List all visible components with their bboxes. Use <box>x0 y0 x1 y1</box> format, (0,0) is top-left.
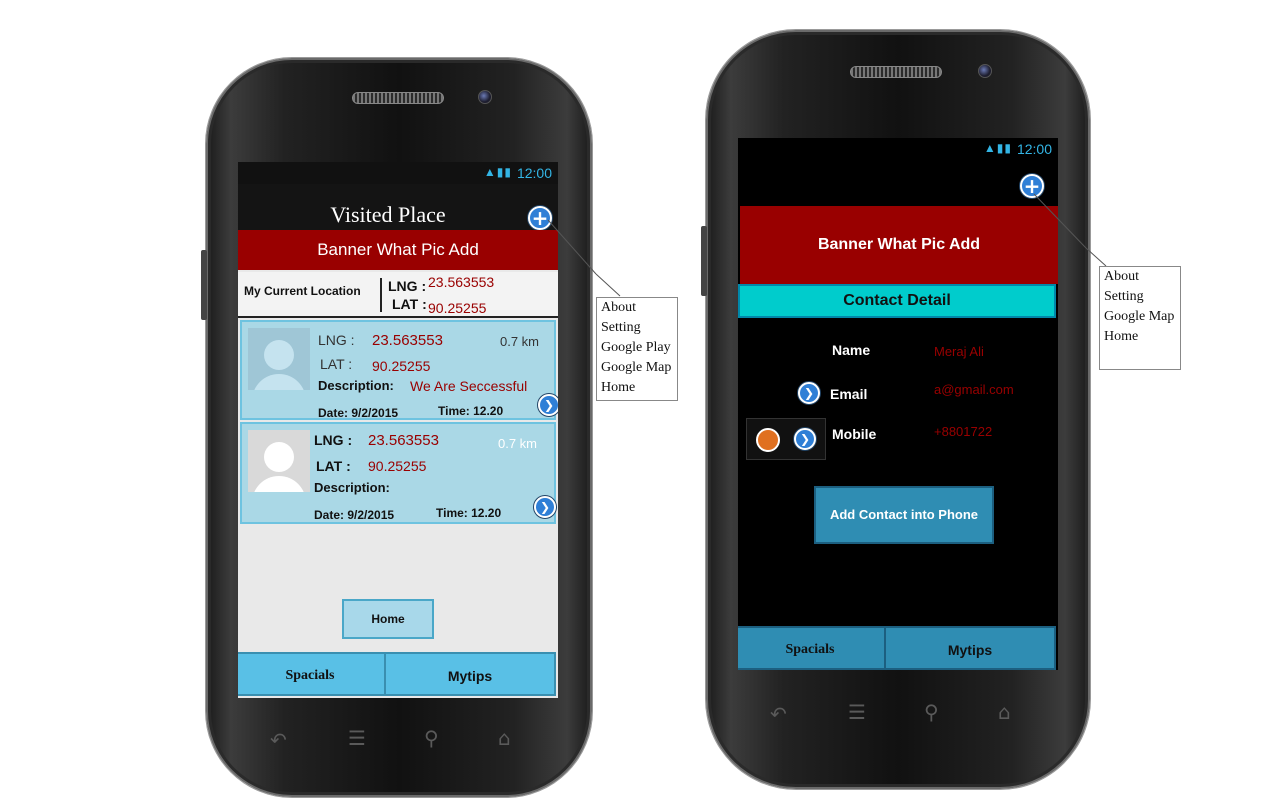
bottom-tab-bar: Spacials Mytips <box>738 626 1058 670</box>
lng-label: LNG : <box>314 432 353 448</box>
email-value: a@gmail.com <box>934 382 1014 397</box>
right-speaker <box>850 66 942 78</box>
left-volume-button <box>201 250 207 320</box>
lng-value: 23.563553 <box>428 274 495 290</box>
arrow-right-icon[interactable]: ❯ <box>534 496 556 518</box>
time: Time: 12.20 <box>438 404 504 418</box>
date: Date: 9/2/2015 <box>314 508 395 522</box>
back-icon[interactable]: ↶ <box>270 728 287 752</box>
title-bar: Visited Place <box>238 184 558 232</box>
search-icon[interactable]: ⚲ <box>424 726 439 750</box>
lat-value: 90.25255 <box>428 300 487 316</box>
time: Time: 12.20 <box>436 506 502 520</box>
menu-item-home[interactable]: Home <box>597 378 677 398</box>
mobile-label: Mobile <box>832 426 877 442</box>
page-title: Visited Place <box>330 202 446 227</box>
bottom-tab-bar: Spacials Mytips <box>238 652 558 698</box>
left-speaker <box>352 92 444 104</box>
lng-value: 23.563553 <box>368 432 439 449</box>
left-screen: ▲▮▮ 12:00 Visited Place + Banner What Pi… <box>238 162 558 698</box>
wifi-icon: ▲▮▮ <box>483 165 512 179</box>
place-avatar <box>248 328 310 390</box>
distance: 0.7 km <box>500 334 540 349</box>
overflow-menu: About Setting Google Play Google Map Hom… <box>596 297 678 401</box>
right-volume-button <box>701 226 707 296</box>
wifi-icon: ▲▮▮ <box>983 141 1012 155</box>
status-bar: ▲▮▮ 12:00 <box>238 162 558 184</box>
menu-item-google-map[interactable]: Google Map <box>1100 307 1180 327</box>
current-location-label: My Current Location <box>244 284 361 298</box>
menu-item-google-map[interactable]: Google Map <box>597 358 677 378</box>
lat-label: LAT : <box>392 296 427 312</box>
name-value: Meraj Ali <box>934 344 984 359</box>
lng-label: LNG : <box>318 332 355 348</box>
description-label: Description: <box>318 378 394 393</box>
lat-value: 90.25255 <box>372 358 431 374</box>
distance: 0.7 km <box>498 436 538 451</box>
mobile-value: +8801722 <box>934 424 993 439</box>
right-camera <box>978 64 992 78</box>
back-icon[interactable]: ↶ <box>770 702 787 726</box>
tab-mytips[interactable]: Mytips <box>384 652 556 696</box>
menu-item-setting[interactable]: Setting <box>597 318 677 338</box>
add-contact-button[interactable]: Add Contact into Phone <box>814 486 994 544</box>
menu-item-setting[interactable]: Setting <box>1100 287 1180 307</box>
lat-label: LAT : <box>320 356 353 372</box>
menu-connector <box>547 219 621 297</box>
left-camera <box>478 90 492 104</box>
place-card[interactable]: LNG : 23.563553 0.7 km LAT : 90.25255 De… <box>240 320 558 420</box>
home-button[interactable]: Home <box>342 599 434 639</box>
search-icon[interactable]: ⚲ <box>924 700 939 724</box>
overflow-menu: About Setting Google Map Home <box>1099 266 1181 370</box>
menu-connector <box>1033 193 1107 267</box>
right-screen: ▲▮▮ 12:00 + Banner What Pic Add Contact … <box>738 138 1058 670</box>
tab-spacials[interactable]: Spacials <box>738 626 886 670</box>
status-time: 12:00 <box>516 165 552 181</box>
description-value: We Are Seccessful <box>410 378 528 394</box>
banner-ad[interactable]: Banner What Pic Add <box>740 206 1058 284</box>
arrow-right-icon[interactable]: ❯ <box>798 382 820 404</box>
tab-mytips[interactable]: Mytips <box>884 626 1056 670</box>
lng-label: LNG : <box>388 278 427 294</box>
menu-item-home[interactable]: Home <box>1100 327 1180 347</box>
current-location-bar: My Current Location LNG : 23.563553 LAT … <box>238 272 558 318</box>
arrow-right-icon[interactable]: ❯ <box>538 394 558 416</box>
menu-icon[interactable]: ☰ <box>348 726 366 750</box>
tab-spacials[interactable]: Spacials <box>238 652 386 696</box>
banner-ad[interactable]: Banner What Pic Add <box>238 230 558 270</box>
arrow-right-icon[interactable]: ❯ <box>794 428 816 450</box>
contact-detail-header: Contact Detail <box>738 284 1056 318</box>
lng-value: 23.563553 <box>372 332 443 349</box>
email-label: Email <box>830 386 868 402</box>
name-label: Name <box>832 342 871 358</box>
divider <box>380 278 382 312</box>
place-card[interactable]: LNG : 23.563553 0.7 km LAT : 90.25255 De… <box>240 422 556 524</box>
lat-label: LAT : <box>316 458 351 474</box>
home-icon[interactable]: ⌂ <box>998 700 1011 724</box>
home-icon[interactable]: ⌂ <box>498 726 511 750</box>
place-avatar <box>248 430 310 492</box>
lat-value: 90.25255 <box>368 458 427 474</box>
status-bar: ▲▮▮ 12:00 <box>738 138 1058 160</box>
date: Date: 9/2/2015 <box>318 406 399 420</box>
menu-item-about[interactable]: About <box>597 298 677 318</box>
menu-icon[interactable]: ☰ <box>848 700 866 724</box>
status-time: 12:00 <box>1016 141 1052 157</box>
menu-item-about[interactable]: About <box>1100 267 1180 287</box>
description-label: Description: <box>314 480 390 495</box>
menu-item-google-play[interactable]: Google Play <box>597 338 677 358</box>
contact-person-icon[interactable] <box>756 428 780 452</box>
